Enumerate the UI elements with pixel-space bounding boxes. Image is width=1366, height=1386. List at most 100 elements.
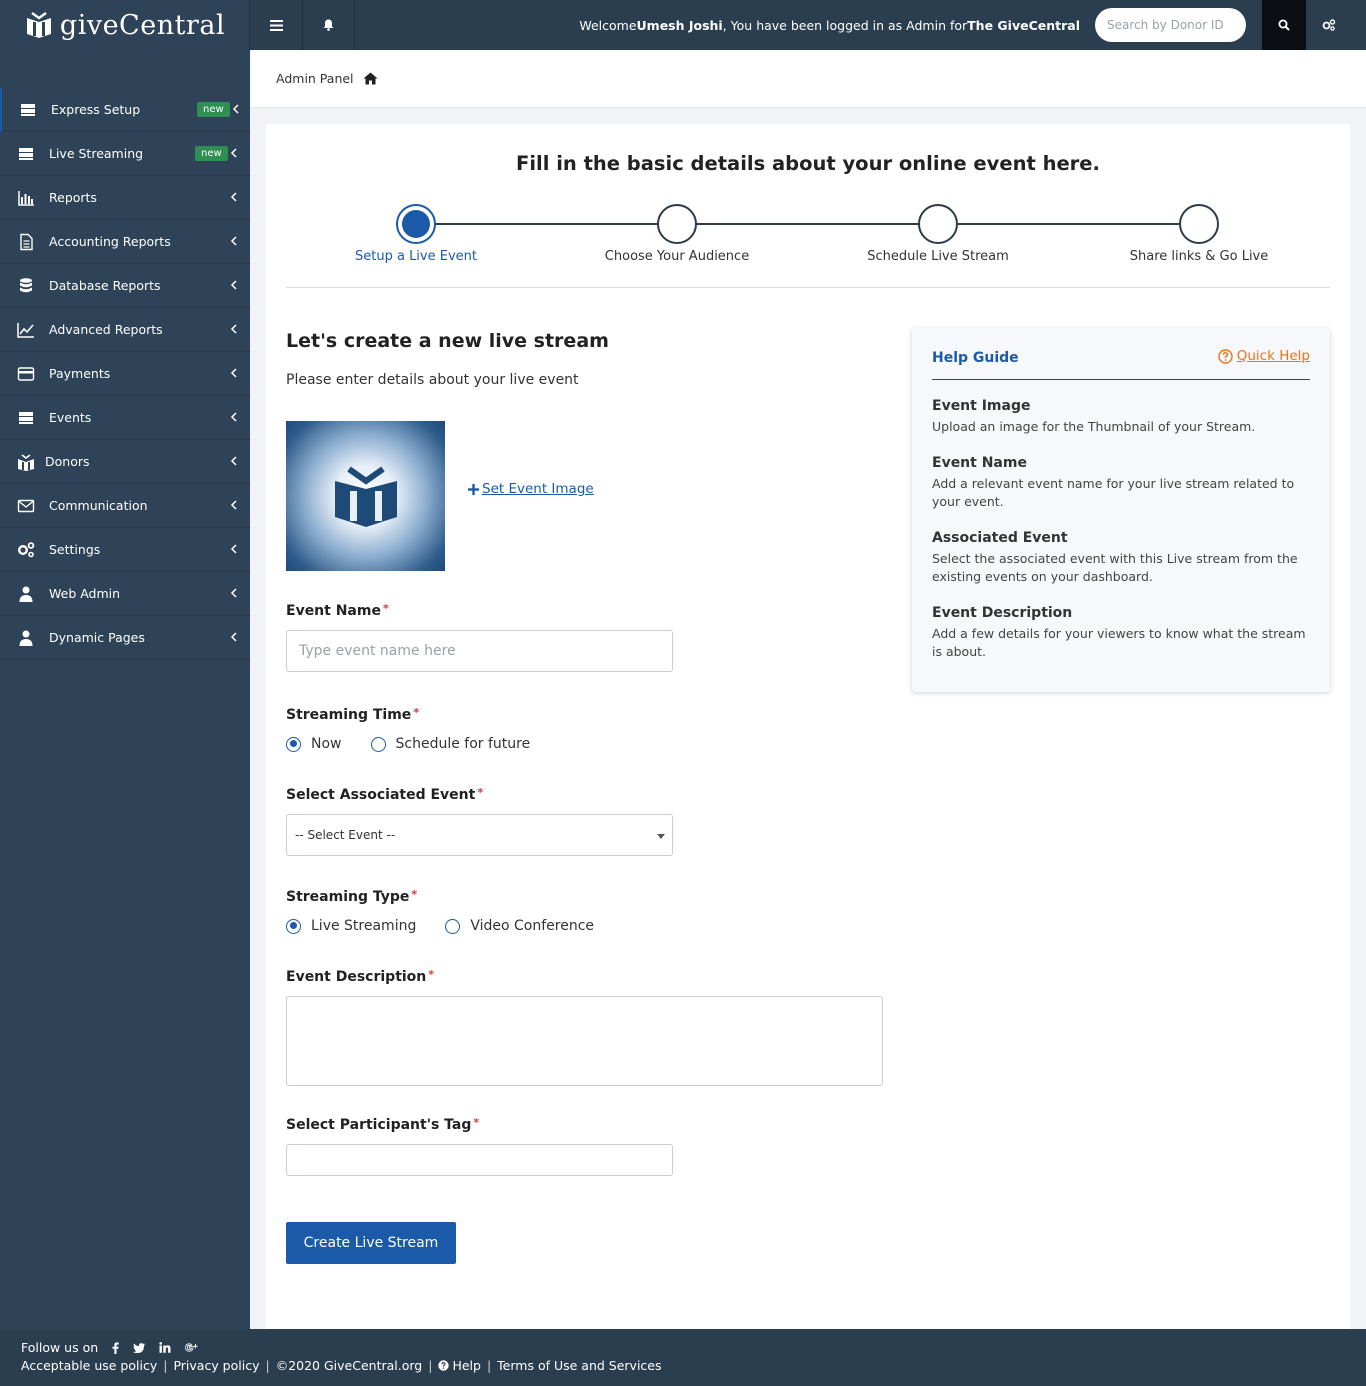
document-icon xyxy=(20,233,33,251)
help-item-desc: Add a few details for your viewers to kn… xyxy=(932,626,1306,659)
set-event-image-link[interactable]: Set Event Image xyxy=(468,481,594,497)
radio-option-schedule-future[interactable]: Schedule for future xyxy=(370,736,530,752)
field-label-text: Streaming Time xyxy=(286,707,412,723)
chevron-left-icon xyxy=(230,412,237,422)
radio-label: Live Streaming xyxy=(311,918,417,934)
step-schedule-live-stream[interactable]: Schedule Live Stream xyxy=(838,204,1038,264)
logo[interactable]: giveCentral xyxy=(0,0,250,50)
radio-option-video-conference[interactable]: Video Conference xyxy=(445,918,594,934)
chevron-left-icon xyxy=(230,148,237,158)
field-label-text: Select Associated Event xyxy=(286,787,476,803)
sidebar-item-advanced-reports[interactable]: Advanced Reports xyxy=(0,308,250,352)
twitter-icon[interactable] xyxy=(133,1342,146,1353)
radio-button[interactable] xyxy=(445,918,461,934)
sidebar-item-donors[interactable]: Donors xyxy=(0,440,250,484)
chevron-left-icon xyxy=(230,500,237,510)
sidebar-item-web-admin[interactable]: Web Admin xyxy=(0,572,250,616)
section-subtitle: Please enter details about your live eve… xyxy=(286,372,579,388)
step-label: Share links & Go Live xyxy=(1129,249,1269,264)
help-item-event-name: Event Name Add a relevant event name for… xyxy=(932,455,1312,511)
required-marker: * xyxy=(413,706,420,719)
step-share-links-go-live[interactable]: Share links & Go Live xyxy=(1099,204,1299,264)
donor-search-input[interactable] xyxy=(1095,8,1246,42)
sidebar-item-accounting-reports[interactable]: Accounting Reports xyxy=(0,220,250,264)
plus-icon xyxy=(468,483,479,495)
server-icon xyxy=(19,412,33,424)
hamburger-icon xyxy=(270,19,283,31)
menu-toggle-button[interactable] xyxy=(251,0,303,50)
participants-tag-input[interactable] xyxy=(286,1144,673,1176)
sidebar-item-live-streaming[interactable]: Live Streaming new xyxy=(0,132,250,176)
footer-link-privacy[interactable]: Privacy policy xyxy=(173,1358,259,1373)
sidebar-item-payments[interactable]: Payments xyxy=(0,352,250,396)
sidebar-item-settings[interactable]: Settings xyxy=(0,528,250,572)
sidebar-item-label: Web Admin xyxy=(49,586,121,601)
required-marker: * xyxy=(473,1116,480,1129)
search-button[interactable] xyxy=(1262,0,1306,50)
social-links xyxy=(112,1341,198,1354)
breadcrumb-label[interactable]: Admin Panel xyxy=(276,71,354,86)
radio-button-selected[interactable] xyxy=(286,918,301,934)
notifications-button[interactable] xyxy=(303,0,355,50)
sidebar-item-express-setup[interactable]: Express Setup new xyxy=(0,88,250,132)
sidebar-item-database-reports[interactable]: Database Reports xyxy=(0,264,250,308)
home-icon[interactable] xyxy=(363,72,378,85)
sidebar-item-label: Donors xyxy=(45,454,90,469)
new-badge: new xyxy=(197,102,230,117)
radio-label: Video Conference xyxy=(470,918,595,934)
sidebar-item-label: Dynamic Pages xyxy=(49,630,145,645)
participants-tag-label: Select Participant's Tag * xyxy=(286,1116,479,1133)
event-name-label: Event Name * xyxy=(286,602,389,619)
streaming-time-radio-group: Now Schedule for future xyxy=(286,736,559,752)
bar-chart-icon xyxy=(18,191,34,206)
radio-button-selected[interactable] xyxy=(286,736,301,752)
chevron-left-icon xyxy=(232,104,239,114)
step-label: Choose Your Audience xyxy=(604,249,750,264)
settings-button[interactable] xyxy=(1306,0,1352,50)
database-icon xyxy=(20,278,32,293)
help-item-desc: Upload an image for the Thumbnail of you… xyxy=(932,419,1256,434)
new-badge: new xyxy=(195,146,228,161)
footer-link-terms[interactable]: Terms of Use and Services xyxy=(497,1358,661,1373)
radio-option-now[interactable]: Now xyxy=(286,736,342,752)
step-circle-active xyxy=(396,204,436,244)
sidebar-item-dynamic-pages[interactable]: Dynamic Pages xyxy=(0,616,250,660)
footer-link-acceptable-use[interactable]: Acceptable use policy xyxy=(21,1358,157,1373)
footer-separator: | xyxy=(428,1358,433,1373)
associated-event-select[interactable]: -- Select Event -- xyxy=(286,814,673,856)
radio-button[interactable] xyxy=(370,736,386,752)
help-guide-panel: Help Guide Quick Help Event Image Upload… xyxy=(912,328,1330,692)
user-icon xyxy=(19,630,33,646)
radio-option-live-streaming[interactable]: Live Streaming xyxy=(286,918,416,934)
quick-help-link[interactable]: Quick Help xyxy=(1218,348,1310,364)
linkedin-icon[interactable] xyxy=(159,1342,171,1353)
help-item-title: Event Description xyxy=(932,605,1073,621)
footer-link-help[interactable]: Help xyxy=(438,1358,481,1373)
create-live-stream-button[interactable]: Create Live Stream xyxy=(286,1222,456,1264)
envelope-icon xyxy=(17,499,35,513)
sidebar-item-label: Communication xyxy=(49,498,148,513)
chevron-left-icon xyxy=(230,588,237,598)
facebook-icon[interactable] xyxy=(112,1341,119,1354)
sidebar-item-label: Database Reports xyxy=(49,278,161,293)
sidebar-item-events[interactable]: Events xyxy=(0,396,250,440)
event-name-input[interactable] xyxy=(286,630,673,672)
step-choose-audience[interactable]: Choose Your Audience xyxy=(577,204,777,264)
chevron-left-icon xyxy=(230,324,237,334)
required-marker: * xyxy=(477,786,484,799)
donors-icon xyxy=(18,454,34,471)
google-plus-icon[interactable] xyxy=(185,1342,198,1353)
step-setup-live-event[interactable]: Setup a Live Event xyxy=(316,204,516,264)
stepper-line xyxy=(416,223,1200,225)
help-item-event-description: Event Description Add a few details for … xyxy=(932,605,1312,661)
chevron-left-icon xyxy=(230,368,237,378)
chevron-left-icon xyxy=(230,280,237,290)
event-description-textarea[interactable] xyxy=(286,996,883,1086)
line-chart-icon xyxy=(17,323,34,338)
sidebar-item-reports[interactable]: Reports xyxy=(0,176,250,220)
help-item-title: Event Image xyxy=(932,398,1031,414)
help-item-desc: Select the associated event with this Li… xyxy=(932,551,1298,584)
progress-stepper: Setup a Live Event Choose Your Audience … xyxy=(286,204,1330,288)
sidebar-item-communication[interactable]: Communication xyxy=(0,484,250,528)
field-label-text: Event Name xyxy=(286,603,381,619)
